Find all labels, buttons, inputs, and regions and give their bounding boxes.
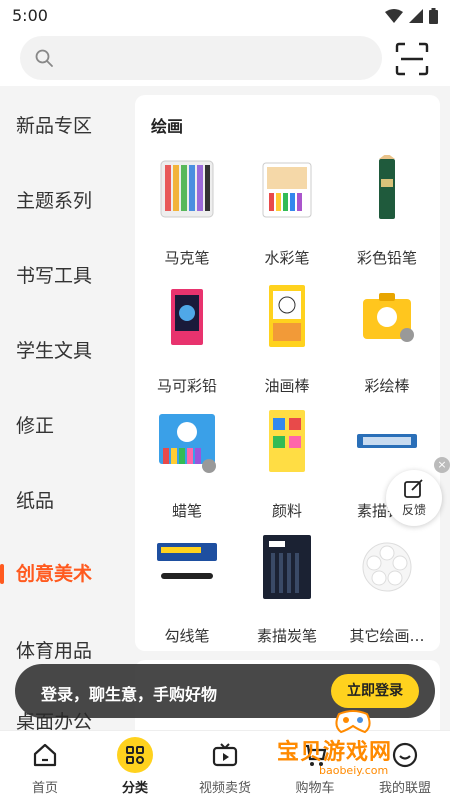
signal-icon bbox=[409, 9, 423, 23]
category-grid-icon bbox=[126, 746, 144, 764]
sidebar-item-theme[interactable]: 主题系列 bbox=[0, 179, 128, 223]
status-time: 5:00 bbox=[12, 6, 48, 25]
product-label: 油画棒 bbox=[264, 377, 310, 395]
gamepad-logo-icon bbox=[335, 710, 371, 734]
liner-pen-image bbox=[157, 543, 217, 579]
product-tile[interactable]: 彩色铅笔 bbox=[335, 155, 439, 275]
video-icon bbox=[212, 743, 238, 767]
marco-pencil-image bbox=[171, 289, 203, 345]
feedback-label: 反馈 bbox=[401, 503, 426, 517]
product-tile[interactable]: 水彩笔 bbox=[235, 155, 339, 275]
product-label: 彩色铅笔 bbox=[356, 249, 417, 267]
crayon-image bbox=[159, 414, 216, 473]
sidebar-item-new[interactable]: 新品专区 bbox=[0, 104, 128, 148]
sidebar-item-paper[interactable]: 纸品 bbox=[0, 479, 128, 523]
product-label: 彩绘棒 bbox=[364, 377, 410, 395]
product-tile[interactable]: 勾线笔 bbox=[135, 533, 239, 653]
sidebar-item-writing[interactable]: 书写工具 bbox=[0, 254, 128, 298]
tab-category[interactable]: 分类 bbox=[90, 731, 180, 800]
product-label: 勾线笔 bbox=[164, 627, 210, 645]
category-panel: 绘画 马克笔 水彩笔 彩色铅笔 马可彩铅 油画棒 彩绘棒 蜡笔 颜料 素描铅笔 … bbox=[135, 95, 440, 651]
product-tile[interactable]: 彩绘棒 bbox=[335, 283, 439, 403]
product-tile[interactable]: 马可彩铅 bbox=[135, 283, 239, 403]
oil-pastel-image bbox=[269, 285, 305, 347]
product-tile[interactable]: 蜡笔 bbox=[135, 408, 239, 528]
home-icon bbox=[33, 743, 57, 767]
product-label: 马克笔 bbox=[164, 249, 210, 267]
colored-pencil-image bbox=[379, 155, 395, 219]
search-icon bbox=[35, 49, 53, 67]
tab-label: 视频卖货 bbox=[198, 781, 251, 796]
tab-label: 首页 bbox=[31, 781, 58, 796]
search-input[interactable] bbox=[20, 36, 382, 80]
wifi-icon bbox=[385, 9, 403, 23]
product-tile[interactable]: 素描炭笔 bbox=[235, 533, 339, 653]
feedback-button[interactable]: 反馈 bbox=[386, 470, 442, 526]
product-label: 水彩笔 bbox=[264, 249, 310, 267]
paint-image bbox=[269, 410, 305, 472]
tab-video[interactable]: 视频卖货 bbox=[180, 731, 270, 800]
product-tile[interactable]: 颜料 bbox=[235, 408, 339, 528]
sketch-pencil-image bbox=[357, 434, 417, 448]
sidebar-item-correction[interactable]: 修正 bbox=[0, 404, 128, 448]
product-tile[interactable]: 其它绘画… bbox=[335, 533, 439, 653]
product-tile[interactable]: 油画棒 bbox=[235, 283, 339, 403]
category-sidebar: 新品专区 主题系列 书写工具 学生文具 修正 纸品 创意美术 体育用品 桌面办公 bbox=[0, 86, 128, 730]
status-bar: 5:00 bbox=[0, 0, 450, 32]
product-label: 其它绘画… bbox=[349, 627, 425, 645]
scan-icon[interactable] bbox=[395, 42, 429, 76]
sidebar-item-art[interactable]: 创意美术 bbox=[0, 552, 128, 596]
product-label: 颜料 bbox=[271, 502, 302, 520]
login-now-button[interactable]: 立即登录 bbox=[331, 674, 419, 708]
product-tile[interactable]: 马克笔 bbox=[135, 155, 239, 275]
search-row bbox=[0, 32, 450, 86]
status-icons bbox=[385, 8, 438, 24]
product-label: 马可彩铅 bbox=[156, 377, 217, 395]
tab-home[interactable]: 首页 bbox=[0, 731, 90, 800]
product-label: 素描炭笔 bbox=[256, 627, 317, 645]
charcoal-pencil-image bbox=[263, 535, 311, 599]
battery-icon bbox=[429, 8, 438, 24]
product-label: 蜡笔 bbox=[171, 502, 202, 520]
palette-image bbox=[362, 542, 412, 592]
paint-stick-image bbox=[363, 293, 414, 342]
tab-label: 分类 bbox=[121, 781, 148, 796]
edit-icon bbox=[404, 479, 423, 498]
panel-title: 绘画 bbox=[151, 117, 184, 136]
sidebar-item-student[interactable]: 学生文具 bbox=[0, 329, 128, 373]
watermark-url: baobeiy.com bbox=[319, 764, 389, 777]
feedback-close-button[interactable]: × bbox=[434, 457, 450, 473]
marker-pen-image bbox=[160, 160, 214, 218]
login-banner-text: 登录，聊生意，手购好物 bbox=[41, 685, 218, 704]
site-watermark: 宝贝游戏网 baobeiy.com bbox=[275, 706, 445, 790]
watermark-title: 宝贝游戏网 bbox=[277, 740, 393, 765]
watercolor-pen-image bbox=[262, 162, 312, 218]
